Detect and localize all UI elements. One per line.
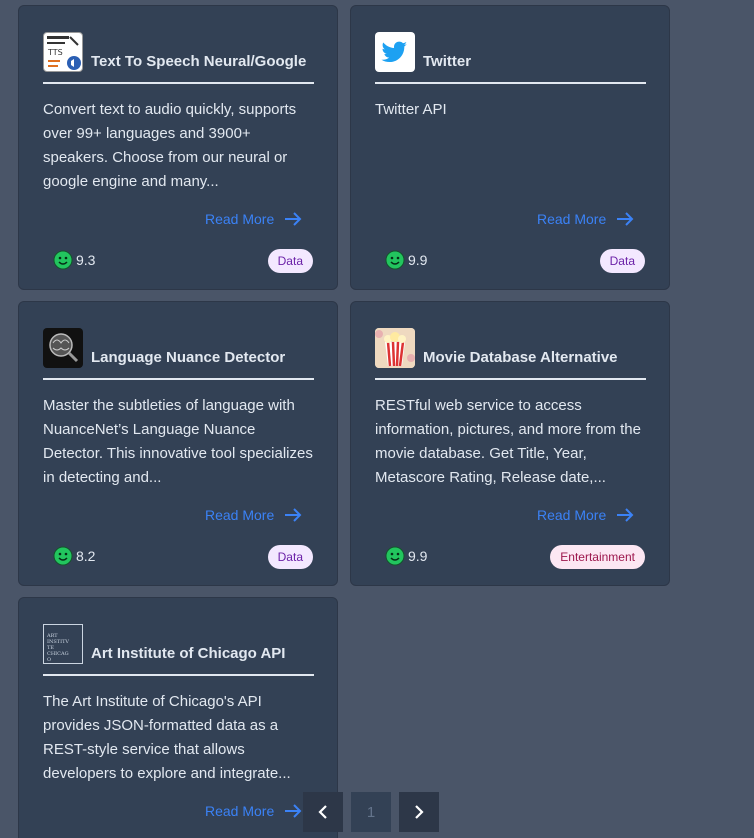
- read-more-label: Read More: [205, 803, 275, 819]
- category-badge[interactable]: Data: [267, 249, 313, 273]
- card-header: Language Nuance Detector: [43, 328, 314, 380]
- card-header: TTS Text To Speech Neural/Google: [43, 32, 314, 84]
- card-header: Twitter: [375, 32, 646, 84]
- rating-value: 9.9: [408, 548, 428, 564]
- rating: 9.9: [385, 546, 427, 566]
- rating-value: 8.2: [76, 548, 96, 564]
- card-title[interactable]: Movie Database Alternative: [423, 349, 618, 366]
- api-card[interactable]: Language Nuance Detector Master the subt…: [18, 301, 338, 586]
- chevron-right-icon: [415, 805, 424, 819]
- smiley-icon: [385, 546, 405, 566]
- read-more-link[interactable]: Read More: [205, 803, 302, 819]
- read-more-link[interactable]: Read More: [537, 507, 634, 523]
- arrow-right-icon: [285, 804, 302, 818]
- art-institute-logo-icon: ART INSTITVTE CHICAGO: [43, 624, 83, 664]
- api-card[interactable]: TTS Text To Speech Neural/Google Convert…: [18, 5, 338, 290]
- arrow-right-icon: [617, 212, 634, 226]
- read-more-label: Read More: [205, 211, 275, 227]
- svg-text:TTS: TTS: [47, 48, 63, 57]
- api-card[interactable]: Movie Database Alternative RESTful web s…: [350, 301, 670, 586]
- next-page-button[interactable]: [399, 792, 439, 832]
- tts-logo-icon: TTS: [43, 32, 83, 72]
- card-description: The Art Institute of Chicago's API provi…: [43, 693, 291, 782]
- arrow-right-icon: [617, 508, 634, 522]
- card-description: Twitter API: [375, 101, 447, 118]
- arrow-right-icon: [285, 212, 302, 226]
- read-more-link[interactable]: Read More: [205, 507, 302, 523]
- read-more-label: Read More: [537, 211, 607, 227]
- card-title[interactable]: Text To Speech Neural/Google: [91, 53, 306, 70]
- rating: 8.2: [53, 546, 95, 566]
- rating-value: 9.9: [408, 252, 428, 268]
- api-card[interactable]: ART INSTITVTE CHICAGO Art Institute of C…: [18, 597, 338, 838]
- read-more-label: Read More: [537, 507, 607, 523]
- current-page-indicator: 1: [351, 792, 391, 832]
- category-badge[interactable]: Entertainment: [550, 545, 645, 569]
- rating: 9.9: [385, 250, 427, 270]
- card-description: Convert text to audio quickly, supports …: [43, 101, 297, 190]
- rating: 9.3: [53, 250, 95, 270]
- card-description: RESTful web service to access informatio…: [375, 397, 641, 486]
- smiley-icon: [385, 250, 405, 270]
- rating-value: 9.3: [76, 252, 96, 268]
- card-title[interactable]: Twitter: [423, 53, 471, 70]
- chevron-left-icon: [318, 805, 327, 819]
- category-badge[interactable]: Data: [267, 545, 313, 569]
- twitter-bird-icon: [375, 32, 415, 72]
- card-header: Movie Database Alternative: [375, 328, 646, 380]
- card-title[interactable]: Art Institute of Chicago API: [91, 645, 285, 662]
- card-header: ART INSTITVTE CHICAGO Art Institute of C…: [43, 624, 314, 676]
- logo-text: ART INSTITVTE CHICAGO: [47, 633, 70, 663]
- smiley-icon: [53, 546, 73, 566]
- read-more-link[interactable]: Read More: [537, 211, 634, 227]
- prev-page-button[interactable]: [303, 792, 343, 832]
- api-card[interactable]: Twitter Twitter API Read More 9.9 Data: [350, 5, 670, 290]
- arrow-right-icon: [285, 508, 302, 522]
- read-more-label: Read More: [205, 507, 275, 523]
- category-badge[interactable]: Data: [599, 249, 645, 273]
- popcorn-logo-icon: [375, 328, 415, 368]
- card-title[interactable]: Language Nuance Detector: [91, 349, 285, 366]
- smiley-icon: [53, 250, 73, 270]
- card-description: Master the subtleties of language with N…: [43, 397, 313, 486]
- read-more-link[interactable]: Read More: [205, 211, 302, 227]
- brain-magnifier-logo-icon: [43, 328, 83, 368]
